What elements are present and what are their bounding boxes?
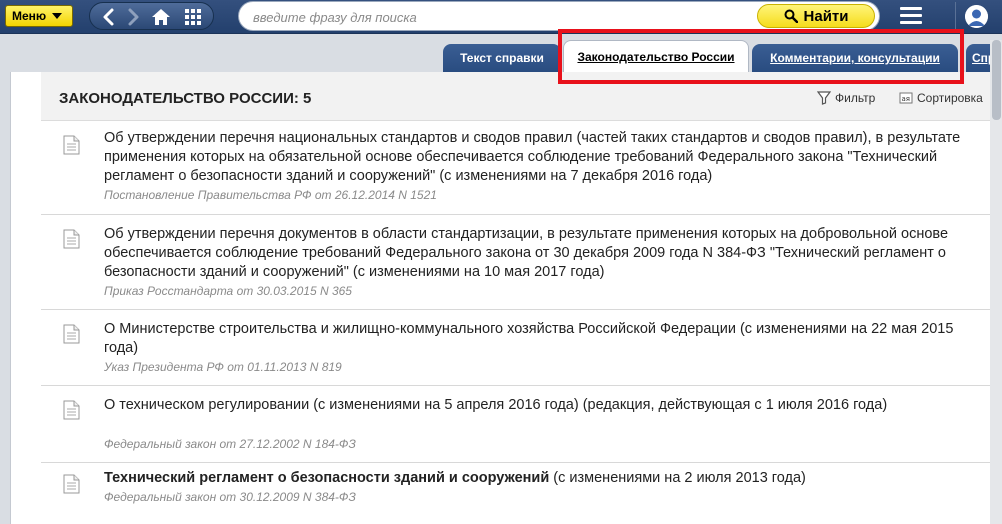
user-icon: [965, 5, 988, 28]
tab-comments-consultations[interactable]: Комментарии, консультации: [752, 44, 958, 72]
vertical-scrollbar[interactable]: [990, 40, 1002, 524]
tab-russian-legislation[interactable]: Законодательство России: [563, 40, 749, 72]
document-icon: [63, 474, 80, 494]
item-source: Указ Президента РФ от 01.11.2013 N 819: [104, 360, 342, 374]
document-icon: [63, 324, 80, 344]
item-title-bold: Технический регламент о безопасности зда…: [104, 470, 550, 486]
sort-button[interactable]: ая Сортировка: [899, 91, 983, 105]
search-box: Найти: [238, 1, 880, 31]
item-title[interactable]: Об утверждении перечня документов в обла…: [104, 225, 964, 282]
list-item[interactable]: Об утверждении перечня национальных стан…: [41, 121, 1000, 215]
filter-button[interactable]: Фильтр: [817, 91, 875, 105]
results-header: ЗАКОНОДАТЕЛЬСТВО РОССИИ: 5 Фильтр ая Сор…: [41, 72, 1000, 121]
list-item[interactable]: Технический регламент о безопасности зда…: [41, 463, 1000, 524]
page-title: ЗАКОНОДАТЕЛЬСТВО РОССИИ: 5: [59, 90, 312, 107]
results-panel: ЗАКОНОДАТЕЛЬСТВО РОССИИ: 5 Фильтр ая Сор…: [10, 72, 1000, 524]
top-toolbar: Меню Найти: [0, 0, 1002, 34]
scrollbar-thumb[interactable]: [992, 40, 1001, 120]
tab-label: Текст справки: [460, 51, 544, 65]
back-icon[interactable]: [98, 6, 120, 28]
tab-help-text[interactable]: Текст справки: [443, 44, 561, 72]
menu-label: Меню: [12, 9, 47, 23]
sort-label: Сортировка: [917, 91, 983, 105]
tab-bar: Текст справки Законодательство России Ко…: [0, 34, 1002, 72]
list-item[interactable]: О Министерстве строительства и жилищно-к…: [41, 310, 1000, 386]
forward-icon[interactable]: [122, 6, 144, 28]
left-margin: [11, 72, 41, 524]
item-source: Приказ Росстандарта от 30.03.2015 N 365: [104, 284, 352, 298]
menu-button[interactable]: Меню: [5, 5, 73, 27]
item-source: Постановление Правительства РФ от 26.12.…: [104, 188, 437, 202]
results-list: Об утверждении перечня национальных стан…: [41, 121, 1000, 524]
item-title[interactable]: Технический регламент о безопасности зда…: [104, 469, 964, 488]
list-item[interactable]: Об утверждении перечня документов в обла…: [41, 215, 1000, 310]
sort-icon: ая: [899, 92, 913, 104]
item-title[interactable]: О техническом регулировании (с изменения…: [104, 396, 964, 415]
tab-label: Комментарии, консультации: [770, 51, 940, 65]
list-item[interactable]: О техническом регулировании (с изменения…: [41, 386, 1000, 463]
filter-label: Фильтр: [835, 91, 876, 105]
caret-down-icon: [52, 13, 63, 19]
svg-text:ая: ая: [902, 95, 911, 103]
item-source: Федеральный закон от 30.12.2009 N 384-ФЗ: [104, 490, 356, 504]
hamburger-icon[interactable]: [900, 7, 922, 27]
find-label: Найти: [803, 7, 849, 25]
search-icon: [784, 9, 798, 23]
item-title-rest: (с изменениями на 2 июля 2013 года): [549, 470, 806, 486]
item-title[interactable]: Об утверждении перечня национальных стан…: [104, 129, 964, 186]
find-button[interactable]: Найти: [757, 4, 875, 28]
document-icon: [63, 229, 80, 249]
navigation-group: [89, 2, 214, 30]
user-button[interactable]: [955, 2, 1002, 32]
tab-label: Законодательство России: [577, 49, 735, 64]
grid-icon[interactable]: [182, 6, 204, 28]
search-input[interactable]: [253, 8, 743, 26]
item-title[interactable]: О Министерстве строительства и жилищно-к…: [104, 320, 964, 358]
filter-icon: [817, 91, 831, 105]
document-icon: [63, 400, 80, 420]
item-source: Федеральный закон от 27.12.2002 N 184-ФЗ: [104, 437, 356, 451]
document-icon: [63, 135, 80, 155]
home-icon[interactable]: [150, 6, 172, 28]
